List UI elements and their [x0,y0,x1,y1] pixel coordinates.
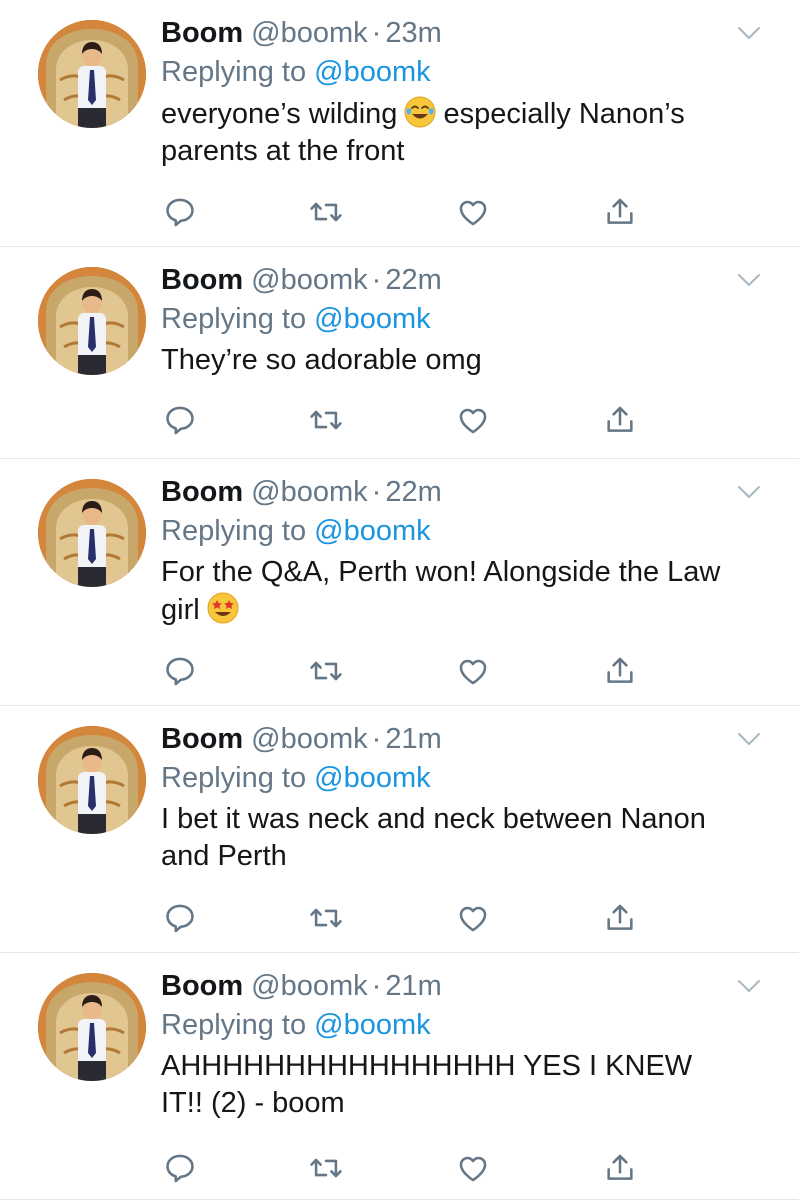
timestamp[interactable]: 22m [385,476,441,508]
separator-dot: · [371,264,382,296]
tweet-text: I bet it was neck and neck between Nanon… [161,803,706,872]
replying-to-label: Replying to [161,1009,315,1041]
avatar[interactable] [38,267,146,375]
share-icon[interactable] [603,654,637,688]
tweet-content: Boom @boomk · 21m Replying to @boomk AHHHHH… [161,967,779,1122]
avatar[interactable] [38,479,146,587]
retweet-icon[interactable] [309,1151,343,1185]
user-handle[interactable]: @boomk [251,970,367,1002]
tweet-5[interactable]: Boom @boomk · 21m Replying to @boomk AHHHHH… [0,953,799,1200]
tweet-text: For the Q&A, Perth won! Alongside the La… [161,554,721,629]
display-name[interactable]: Boom [161,476,243,508]
user-handle[interactable]: @boomk [251,723,367,755]
retweet-icon[interactable] [309,654,343,688]
retweet-icon[interactable] [309,901,343,935]
tweet-1[interactable]: Boom @boomk · 23m Replying to @boomk everyo… [0,0,799,247]
tweet-header: Boom @boomk · 23m [161,14,779,52]
tweet-header: Boom @boomk · 22m [161,473,779,511]
tweet-actions [161,901,641,937]
display-name[interactable]: Boom [161,264,243,296]
replying-to-handle[interactable]: @boomk [314,762,430,794]
replying-to: Replying to @boomk [161,511,779,551]
share-icon[interactable] [603,195,637,229]
share-icon[interactable] [603,901,637,935]
timestamp[interactable]: 21m [385,723,441,755]
tweet-content: Boom @boomk · 23m Replying to @boomk everyo… [161,14,779,170]
tweet-content: Boom @boomk · 22m Replying to @boomk For th… [161,473,779,629]
user-handle[interactable]: @boomk [251,264,367,296]
tweet-actions [161,654,641,690]
separator-dot: · [371,476,382,508]
tweet-header: Boom @boomk · 21m [161,967,779,1005]
heart-icon[interactable] [456,1151,490,1185]
display-name[interactable]: Boom [161,723,243,755]
reply-icon[interactable] [163,403,197,437]
tweet-text: everyone’s wilding especially Nanon’s par… [161,95,779,170]
replying-to-handle[interactable]: @boomk [314,303,430,335]
share-icon[interactable] [603,1151,637,1185]
tweet-text: AHHHHHHHHHHHHHHHH YES I KNEW IT!! (2) - … [161,1050,693,1119]
replying-to-label: Replying to [161,303,315,335]
avatar[interactable] [38,20,146,128]
separator-dot: · [371,723,382,755]
display-name[interactable]: Boom [161,970,243,1002]
separator-dot: · [371,970,382,1002]
replying-to-handle[interactable]: @boomk [314,56,430,88]
tweet-text-part: everyone’s wilding [161,98,398,130]
tweet-3[interactable]: Boom @boomk · 22m Replying to @boomk For th… [0,459,799,706]
face-with-tears-of-joy-icon [403,95,437,129]
retweet-icon[interactable] [309,403,343,437]
replying-to: Replying to @boomk [161,52,779,92]
tweet-content: Boom @boomk · 21m Replying to @boomk I bet … [161,720,779,875]
user-handle[interactable]: @boomk [251,17,367,49]
reply-icon[interactable] [163,654,197,688]
heart-icon[interactable] [456,403,490,437]
tweet-actions [161,195,641,231]
tweet-2[interactable]: Boom @boomk · 22m Replying to @boomk They’r… [0,247,799,459]
heart-icon[interactable] [456,901,490,935]
tweet-4[interactable]: Boom @boomk · 21m Replying to @boomk I bet … [0,706,799,953]
tweet-header: Boom @boomk · 22m [161,261,779,299]
timestamp[interactable]: 21m [385,970,441,1002]
heart-icon[interactable] [456,195,490,229]
replying-to-handle[interactable]: @boomk [314,1009,430,1041]
separator-dot: · [371,17,382,49]
replying-to-label: Replying to [161,56,315,88]
star-struck-icon [206,591,240,625]
avatar[interactable] [38,726,146,834]
replying-to-label: Replying to [161,762,315,794]
reply-icon[interactable] [163,1151,197,1185]
display-name[interactable]: Boom [161,17,243,49]
tweet-text: They’re so adorable omg [161,344,482,376]
replying-to-label: Replying to [161,515,315,547]
heart-icon[interactable] [456,654,490,688]
tweet-text-part: For the Q&A, Perth won! Alongside the La… [161,556,721,626]
timestamp[interactable]: 22m [385,264,441,296]
tweet-header: Boom @boomk · 21m [161,720,779,758]
replying-to-handle[interactable]: @boomk [314,515,430,547]
reply-icon[interactable] [163,901,197,935]
tweet-content: Boom @boomk · 22m Replying to @boomk They’r… [161,261,779,379]
reply-icon[interactable] [163,195,197,229]
tweet-actions [161,403,641,439]
retweet-icon[interactable] [309,195,343,229]
timestamp[interactable]: 23m [385,17,441,49]
tweet-actions [161,1151,641,1187]
replying-to: Replying to @boomk [161,758,779,798]
share-icon[interactable] [603,403,637,437]
reply-thread: Boom @boomk · 23m Replying to @boomk everyo… [0,0,799,1200]
replying-to: Replying to @boomk [161,1005,779,1045]
avatar[interactable] [38,973,146,1081]
user-handle[interactable]: @boomk [251,476,367,508]
replying-to: Replying to @boomk [161,299,779,339]
